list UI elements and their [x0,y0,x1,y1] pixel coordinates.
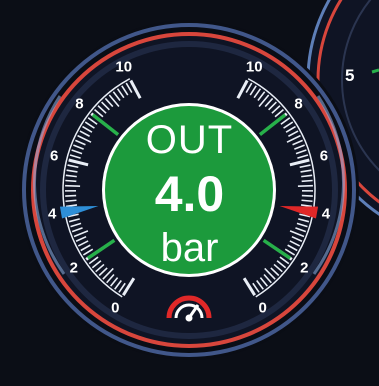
neighbor-gauge-green-tick [371,68,379,74]
right-scale-label: 8 [294,95,303,113]
direction-label: OUT [145,118,234,162]
pressure-unit: bar [160,226,219,270]
left-scale-label: 0 [111,299,120,317]
left-scale-label: 8 [75,95,84,113]
pressure-value: 4.0 [154,166,225,222]
pressure-gauge-panel: 0 2 4 6 8 10 0 2 4 6 8 10 OUT 4.0 bar 5 [0,0,379,386]
right-scale-label: 10 [245,58,263,76]
neighbor-gauge-label: 5 [345,66,355,85]
left-scale-label: 10 [115,58,133,76]
right-scale-label: 0 [258,299,267,317]
